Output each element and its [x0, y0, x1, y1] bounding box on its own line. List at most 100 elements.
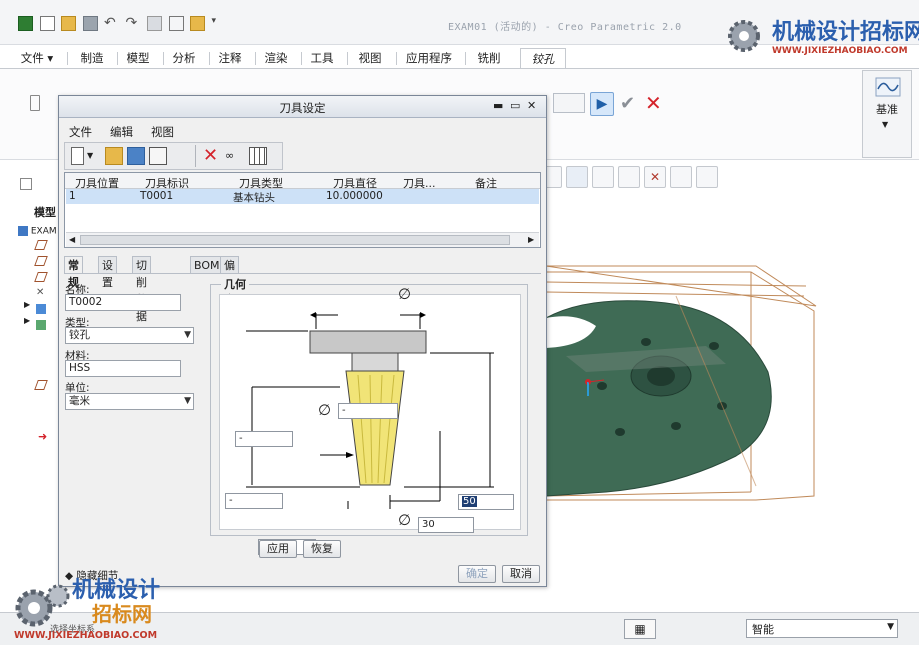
tab-reaming[interactable]: 铰孔	[520, 48, 566, 68]
confirm-check-icon[interactable]: ✔	[620, 92, 638, 116]
tab-render[interactable]: 渲染	[258, 48, 294, 68]
tab-settings[interactable]: 设置	[98, 256, 117, 289]
geometry-group-label: 几何	[221, 276, 249, 292]
menu-edit[interactable]: 编辑	[110, 124, 133, 140]
table-cell: 1	[69, 190, 76, 202]
tab-applications[interactable]: 应用程序	[400, 48, 458, 68]
tab-model[interactable]: 模型	[120, 48, 156, 68]
horizontal-scrollbar[interactable]: ◀ ▶	[66, 232, 539, 247]
chevron-down-icon: ▼	[887, 622, 894, 632]
shading-icon[interactable]	[566, 166, 588, 188]
model-tree-root[interactable]: EXAM	[18, 226, 57, 237]
cancel-button[interactable]: 取消	[502, 565, 540, 583]
open-icon[interactable]	[105, 147, 123, 165]
restore-button[interactable]: 恢复	[303, 540, 341, 558]
tab-annotate[interactable]: 注释	[212, 48, 248, 68]
diameter-symbol: ∅	[398, 511, 412, 529]
windows-icon[interactable]	[168, 16, 184, 31]
scroll-left-icon[interactable]: ◀	[69, 235, 75, 244]
selection-filter-icon[interactable]: ▦	[624, 619, 656, 639]
tool-icon[interactable]	[30, 95, 40, 111]
tab-file[interactable]: 文件 ▾	[14, 48, 60, 68]
graphics-viewport[interactable]	[545, 196, 919, 616]
menu-file[interactable]: 文件	[69, 124, 92, 140]
cancel-x-icon[interactable]: ✕	[645, 91, 663, 115]
cutting-diameter-field[interactable]: 30	[418, 517, 474, 533]
quick-access-toolbar: ↶ ↷ ▾	[18, 16, 230, 31]
save-icon[interactable]	[82, 16, 98, 31]
redo-icon[interactable]: ↷	[126, 16, 141, 31]
menu-view[interactable]: 视图	[151, 124, 174, 140]
expand-arrow-icon[interactable]: ▶	[24, 316, 30, 325]
tab-view[interactable]: 视图	[350, 48, 390, 68]
maximize-icon[interactable]: ▭	[510, 99, 520, 112]
zoom-fit-icon[interactable]	[618, 166, 640, 188]
tab-general[interactable]: 常规	[64, 256, 83, 289]
tab-bom[interactable]: BOM	[190, 256, 224, 274]
undo-icon[interactable]: ↶	[104, 16, 119, 31]
tool-table: 刀具位置 刀具标识 刀具类型 刀具直径 刀具... 备注 1 T0001 基本钻…	[64, 172, 541, 248]
customize-toolbar-icon[interactable]: ▾	[212, 16, 227, 31]
table-columns-icon[interactable]	[249, 147, 267, 165]
minimize-icon[interactable]: ▬	[493, 99, 503, 112]
new-dropdown-icon[interactable]: ▼	[87, 151, 105, 169]
save-icon[interactable]	[127, 147, 145, 165]
cutting-diameter-symbol: ∅	[398, 285, 412, 303]
diameter-symbol: ∅	[318, 401, 332, 419]
shank-length-field[interactable]: -	[235, 431, 293, 447]
tab-cutting-data[interactable]: 切削数据	[132, 256, 151, 323]
datum-plane-icon[interactable]	[34, 256, 48, 266]
chevron-down-icon: ▼	[184, 330, 191, 340]
ok-button[interactable]: 确定	[458, 565, 496, 583]
reamer-geometry-diagram: ∅ - ∅ - - - 50 ∅ 30	[219, 285, 521, 555]
tab-analysis[interactable]: 分析	[166, 48, 202, 68]
delete-icon[interactable]: ✕	[203, 147, 221, 165]
datum-plane-icon[interactable]	[34, 380, 48, 390]
play-icon[interactable]: ▶	[590, 92, 614, 116]
open-folder-icon[interactable]	[61, 16, 76, 31]
app-logo-icon[interactable]	[18, 16, 33, 31]
overall-length-value: 50	[462, 496, 477, 507]
display-style-icon[interactable]	[696, 166, 718, 188]
part-icon[interactable]	[36, 304, 46, 314]
watermark-url: WWW.JIXIEZHAOBIAO.COM	[772, 46, 908, 56]
tab-tools[interactable]: 工具	[304, 48, 340, 68]
preview-icon[interactable]: ∞	[225, 147, 243, 165]
material-field[interactable]: HSS	[65, 360, 181, 377]
ref-panel-dropdown-icon[interactable]: ▼	[882, 120, 888, 129]
part-model	[545, 265, 817, 501]
tab-milling[interactable]: 铣削	[469, 48, 509, 68]
new-file-icon[interactable]	[39, 16, 55, 31]
workpiece-icon[interactable]	[36, 320, 46, 330]
new-tool-icon[interactable]	[71, 147, 84, 165]
spin-center-icon[interactable]	[670, 166, 692, 188]
saved-views-icon[interactable]	[592, 166, 614, 188]
table-row[interactable]: 1 T0001 基本钻头 10.000000	[66, 189, 539, 204]
name-field[interactable]: T0002	[65, 294, 181, 311]
close-window-icon[interactable]	[190, 16, 205, 31]
scroll-right-icon[interactable]: ▶	[528, 235, 534, 244]
unit-select[interactable]: 毫米 ▼	[65, 393, 194, 410]
gear-logo-icon	[728, 20, 760, 52]
insert-arrow-icon[interactable]: ➜	[38, 431, 48, 442]
expand-arrow-icon[interactable]: ▶	[24, 300, 30, 309]
datum-plane-icon[interactable]	[34, 272, 48, 282]
scrollbar-thumb[interactable]	[80, 235, 510, 245]
apply-button[interactable]: 应用	[259, 540, 297, 558]
top-diameter-field[interactable]: -	[338, 403, 398, 419]
close-icon[interactable]: ✕	[527, 99, 536, 112]
tab-offset-table[interactable]: 偏移表	[220, 256, 239, 306]
tree-view-icon[interactable]	[20, 178, 32, 190]
type-select[interactable]: 铰孔 ▼	[65, 327, 194, 344]
regenerate-icon[interactable]	[147, 16, 162, 31]
tool-select-icon[interactable]	[553, 93, 585, 113]
model-tree-root-label: EXAM	[30, 226, 57, 237]
chevron-down-icon: ▼	[184, 396, 191, 406]
datum-plane-icon[interactable]	[34, 240, 48, 250]
tab-manufacture[interactable]: 制造	[74, 48, 110, 68]
csys-icon[interactable]: ✕	[36, 288, 46, 298]
flute-length-field[interactable]: -	[225, 493, 283, 509]
overall-length-field[interactable]: 50	[458, 494, 514, 510]
tool-library-icon[interactable]	[149, 147, 167, 165]
datum-display-icon[interactable]: ✕	[644, 166, 666, 188]
